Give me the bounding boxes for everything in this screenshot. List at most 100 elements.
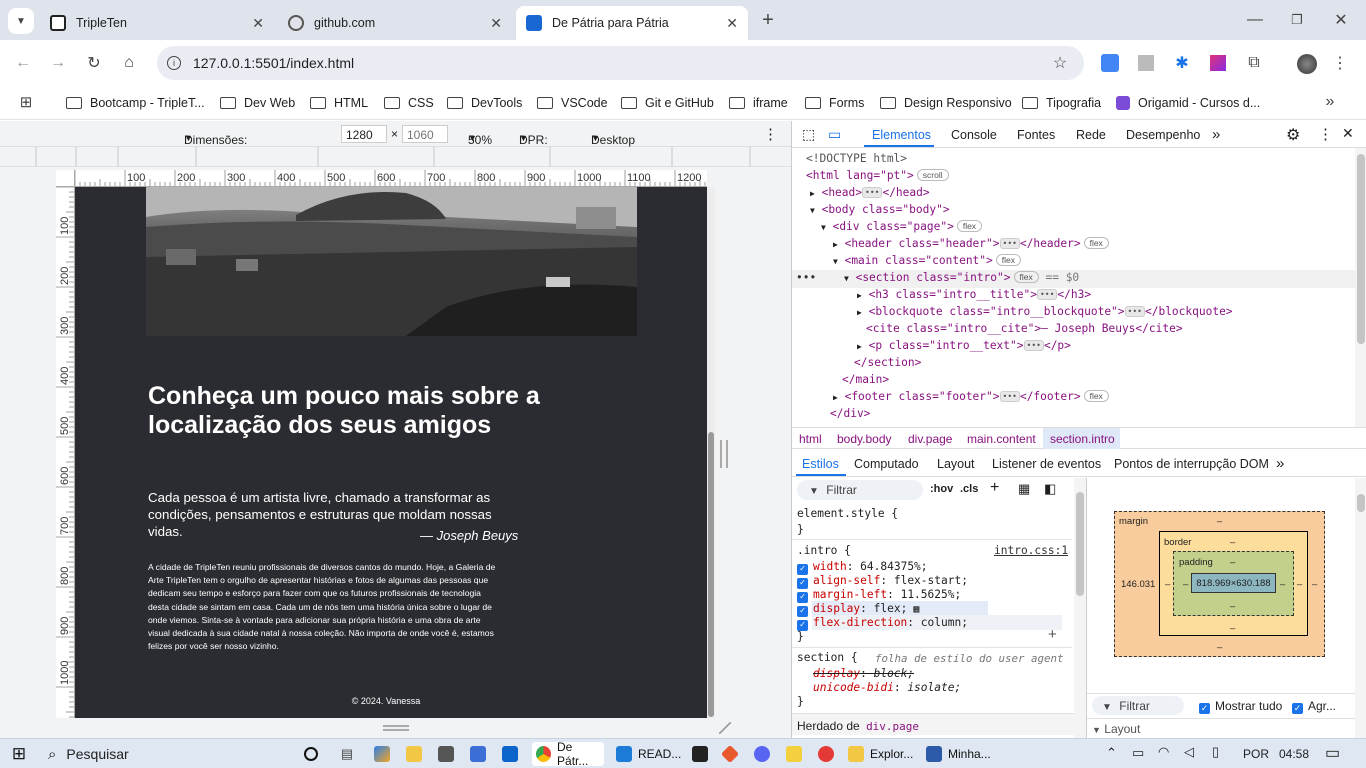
bookmark-star-button[interactable]: ☆ bbox=[1048, 51, 1072, 75]
styles-scroll-thumb[interactable] bbox=[1076, 492, 1084, 596]
more-bookmarks-button[interactable]: » bbox=[1318, 90, 1342, 114]
dom-footer[interactable]: ▶ <footer class="footer"> ••• </footer> fle… bbox=[833, 390, 1109, 403]
site-info-icon[interactable]: i bbox=[163, 52, 185, 74]
dom-main-close[interactable]: </main> bbox=[842, 373, 889, 386]
flexbox-editor-icon[interactable]: ▦ bbox=[907, 604, 919, 615]
tab-elements[interactable]: Elementos bbox=[872, 128, 931, 142]
tab-performance[interactable]: Desempenho bbox=[1126, 128, 1200, 142]
add-property-icon[interactable]: + bbox=[1048, 626, 1057, 643]
bookmark-item[interactable]: VSCode bbox=[537, 92, 608, 114]
tab-de-patria[interactable]: De Pátria para Pátria ✕ bbox=[516, 6, 748, 40]
triangle-right-icon[interactable]: ▶ bbox=[833, 240, 838, 249]
style-rule[interactable]: ✓ flex-direction: column; bbox=[797, 616, 968, 631]
row-ellipsis-icon[interactable]: ••• bbox=[796, 271, 816, 284]
settings-gear-icon[interactable]: ⚙ bbox=[1286, 125, 1300, 145]
triangle-down-icon[interactable]: ▼ bbox=[810, 206, 815, 215]
battery-icon[interactable]: ▯ bbox=[1212, 744, 1219, 760]
bookmark-item[interactable]: Origamid - Cursos d... bbox=[1116, 92, 1260, 114]
element-style-selector[interactable]: element.style { bbox=[797, 507, 898, 520]
apps-button[interactable]: ⊞ bbox=[14, 90, 38, 114]
inspect-element-icon[interactable]: ⬚ bbox=[802, 126, 815, 143]
inherited-from-link[interactable]: div.page bbox=[866, 720, 919, 733]
style-rule[interactable]: ✓ width: 64.84375%; bbox=[797, 560, 928, 575]
show-all-checkbox[interactable]: ✓ Mostrar tudo bbox=[1199, 699, 1282, 714]
forward-button[interactable]: → bbox=[45, 50, 71, 76]
taskbar-files[interactable] bbox=[406, 742, 428, 766]
bookmark-item[interactable]: Design Responsivo bbox=[880, 92, 1012, 114]
dom-div-close[interactable]: </div> bbox=[830, 407, 870, 420]
tab-network[interactable]: Rede bbox=[1076, 128, 1106, 142]
volume-icon[interactable]: ◁ bbox=[1184, 744, 1194, 760]
dom-body[interactable]: ▼ <body class="body"> bbox=[810, 203, 950, 216]
dom-blockquote[interactable]: ▶ <blockquote class="intro__blockquote">… bbox=[857, 305, 1233, 318]
more-subtabs-icon[interactable]: » bbox=[1276, 455, 1284, 472]
scroll-badge[interactable]: scroll bbox=[916, 169, 949, 181]
tray-chevron-icon[interactable]: ⌃ bbox=[1106, 745, 1117, 761]
dom-cite[interactable]: <cite class="intro__cite">— Joseph Beuys… bbox=[866, 322, 1183, 335]
taskbar-app-4[interactable] bbox=[470, 742, 492, 766]
dom-p[interactable]: ▶ <p class="intro__text"> ••• </p> bbox=[857, 339, 1071, 352]
tab-dom-breakpoints[interactable]: Pontos de interrupção DOM bbox=[1114, 457, 1269, 471]
taskbar-figma[interactable] bbox=[692, 742, 714, 766]
tab-computed[interactable]: Computado bbox=[854, 457, 919, 471]
language-indicator[interactable]: POR bbox=[1243, 747, 1269, 761]
section-selector[interactable]: section { bbox=[797, 651, 858, 664]
extension-4[interactable] bbox=[1206, 51, 1230, 75]
intro-selector[interactable]: .intro { bbox=[797, 544, 851, 557]
triangle-right-icon[interactable]: ▶ bbox=[810, 189, 815, 198]
ellipsis-icon[interactable]: ••• bbox=[999, 238, 1020, 249]
scroll-thumb[interactable] bbox=[708, 432, 714, 717]
dom-scroll-thumb[interactable] bbox=[1357, 154, 1365, 344]
minimize-button[interactable]: — bbox=[1240, 6, 1270, 34]
notifications-icon[interactable]: ▭ bbox=[1325, 743, 1340, 763]
page-scrollbar[interactable] bbox=[707, 187, 715, 718]
close-icon[interactable]: ✕ bbox=[252, 15, 264, 32]
styles-scrollbar[interactable] bbox=[1074, 478, 1086, 740]
crumb-div-page[interactable]: div.page bbox=[908, 432, 952, 446]
dom-section[interactable]: ▼ <section class="intro"> flex == $0 bbox=[844, 271, 1079, 284]
bookmark-item[interactable]: HTML bbox=[310, 92, 368, 114]
reload-button[interactable]: ↻ bbox=[81, 50, 107, 76]
taskbar-explorer[interactable]: Explor... bbox=[848, 742, 920, 766]
url-text[interactable]: 127.0.0.1:5501/index.html bbox=[193, 55, 354, 71]
device-toggle-icon[interactable]: ▭ bbox=[828, 126, 841, 143]
taskbar-discord[interactable] bbox=[754, 742, 776, 766]
dom-main[interactable]: ▼ <main class="content"> flex bbox=[833, 254, 1021, 267]
bookmark-item[interactable]: Git e GitHub bbox=[621, 92, 714, 114]
extensions-button[interactable]: ⧉ bbox=[1242, 51, 1266, 75]
dom-header[interactable]: ▶ <header class="header"> ••• </header> fle… bbox=[833, 237, 1109, 250]
bookmark-item[interactable]: Bootcamp - TripleT... bbox=[66, 92, 205, 114]
resize-handle-right[interactable] bbox=[720, 440, 728, 468]
dom-html[interactable]: <html lang="pt"> scroll bbox=[806, 169, 949, 182]
height-input[interactable]: 1060 bbox=[402, 125, 448, 143]
tab-layout[interactable]: Layout bbox=[937, 457, 975, 471]
bookmark-item[interactable]: Dev Web bbox=[220, 92, 295, 114]
restore-button[interactable]: ❐ bbox=[1282, 6, 1312, 34]
taskbar-git[interactable] bbox=[720, 742, 744, 766]
taskbar-word[interactable]: Minha... bbox=[926, 742, 998, 766]
triangle-right-icon[interactable]: ▶ bbox=[833, 393, 838, 402]
close-window-button[interactable]: ✕ bbox=[1326, 6, 1356, 34]
triangle-right-icon[interactable]: ▶ bbox=[857, 342, 862, 351]
dom-scrollbar[interactable] bbox=[1355, 148, 1366, 427]
tab-event-listeners[interactable]: Listener de eventos bbox=[992, 457, 1101, 471]
checkbox-icon[interactable]: ✓ bbox=[1292, 703, 1303, 714]
layout-section-header[interactable]: ▼ Layout bbox=[1087, 718, 1355, 738]
taskbar-sticky[interactable] bbox=[786, 742, 808, 766]
bookmark-item[interactable]: CSS bbox=[384, 92, 434, 114]
tab-github[interactable]: github.com ✕ bbox=[278, 6, 512, 40]
sidebar-toggle-icon[interactable]: ◧ bbox=[1044, 481, 1056, 497]
computed-scroll-thumb[interactable] bbox=[1357, 494, 1365, 512]
cls-toggle[interactable]: .cls bbox=[960, 483, 978, 495]
ellipsis-icon[interactable]: ••• bbox=[1023, 340, 1044, 351]
triangle-down-icon[interactable]: ▼ bbox=[833, 257, 838, 266]
triangle-right-icon[interactable]: ▶ bbox=[857, 291, 862, 300]
taskbar-app-3[interactable] bbox=[438, 742, 460, 766]
device-more-button[interactable]: ⋮ bbox=[763, 125, 778, 143]
start-button[interactable]: ⊞ bbox=[8, 743, 30, 765]
bookmark-item[interactable]: Tipografia bbox=[1022, 92, 1101, 114]
crumb-html[interactable]: html bbox=[799, 432, 822, 446]
back-button[interactable]: ← bbox=[10, 50, 36, 76]
crumb-main-content[interactable]: main.content bbox=[967, 432, 1036, 446]
flex-badge[interactable]: flex bbox=[1083, 390, 1109, 402]
